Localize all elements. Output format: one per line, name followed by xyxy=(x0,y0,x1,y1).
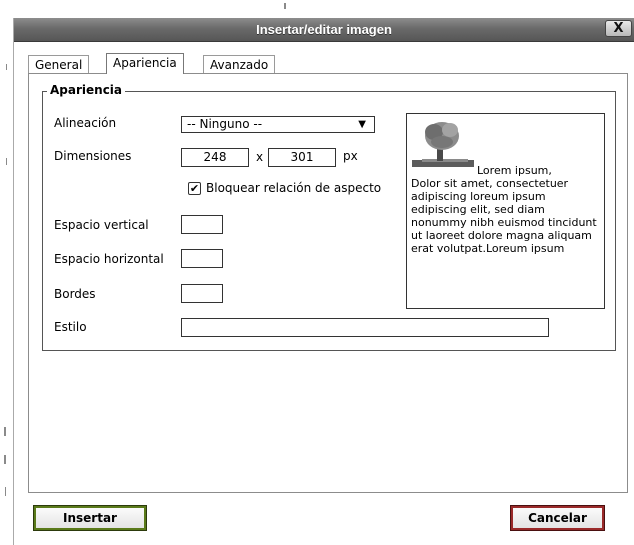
border-input[interactable] xyxy=(181,284,223,303)
background-mark xyxy=(5,487,6,496)
fieldset-legend: Apariencia xyxy=(47,83,126,97)
hspace-label: Espacio horizontal xyxy=(54,252,164,266)
tree-image xyxy=(412,122,474,167)
alignment-label: Alineación xyxy=(54,116,117,130)
height-input[interactable]: 301 xyxy=(268,148,336,167)
dimension-separator: x xyxy=(256,150,264,164)
border-label: Bordes xyxy=(54,287,96,301)
background-mark xyxy=(6,158,7,165)
preview-text: Lorem ipsum, Dolor sit amet, consectetue… xyxy=(411,164,599,255)
style-input[interactable] xyxy=(181,318,549,337)
tab-avanzado[interactable]: Avanzado xyxy=(203,55,276,74)
background-mark xyxy=(6,64,7,70)
constrain-checkbox[interactable]: ✔ xyxy=(188,182,201,195)
image-preview: Lorem ipsum, Dolor sit amet, consectetue… xyxy=(406,113,605,309)
dimension-unit: px xyxy=(343,149,358,163)
background-mark xyxy=(4,427,6,436)
preview-text-body: Dolor sit amet, consectetuer adipiscing … xyxy=(411,177,597,255)
image-dialog: Insertar/editar imagen X General Aparien… xyxy=(13,18,634,545)
vspace-input[interactable] xyxy=(181,215,223,234)
dialog-titlebar[interactable]: Insertar/editar imagen X xyxy=(14,18,634,42)
background-mark xyxy=(284,3,286,9)
close-icon: X xyxy=(613,21,624,36)
constrain-label: Bloquear relación de aspecto xyxy=(206,181,382,195)
alignment-value: -- Ninguno -- xyxy=(187,117,263,131)
tab-apariencia[interactable]: Apariencia xyxy=(106,53,184,74)
insert-button[interactable]: Insertar xyxy=(33,505,147,531)
appearance-fieldset: Apariencia Alineación -- Ninguno -- ▼ Di… xyxy=(42,83,616,351)
vspace-label: Espacio vertical xyxy=(54,218,149,232)
tab-general[interactable]: General xyxy=(28,55,90,74)
dimensions-label: Dimensiones xyxy=(54,149,132,163)
hspace-input[interactable] xyxy=(181,249,223,268)
dialog-title: Insertar/editar imagen xyxy=(256,22,392,37)
width-input[interactable]: 248 xyxy=(181,148,249,167)
tab-panel: Apariencia Alineación -- Ninguno -- ▼ Di… xyxy=(28,73,628,493)
alignment-select[interactable]: -- Ninguno -- ▼ xyxy=(181,116,375,133)
preview-text-lead: Lorem ipsum, xyxy=(477,164,552,177)
cancel-button[interactable]: Cancelar xyxy=(510,505,605,531)
close-button[interactable]: X xyxy=(605,20,632,37)
style-label: Estilo xyxy=(54,320,87,334)
background-mark xyxy=(4,455,6,464)
chevron-down-icon: ▼ xyxy=(358,119,366,130)
check-icon: ✔ xyxy=(189,182,200,195)
